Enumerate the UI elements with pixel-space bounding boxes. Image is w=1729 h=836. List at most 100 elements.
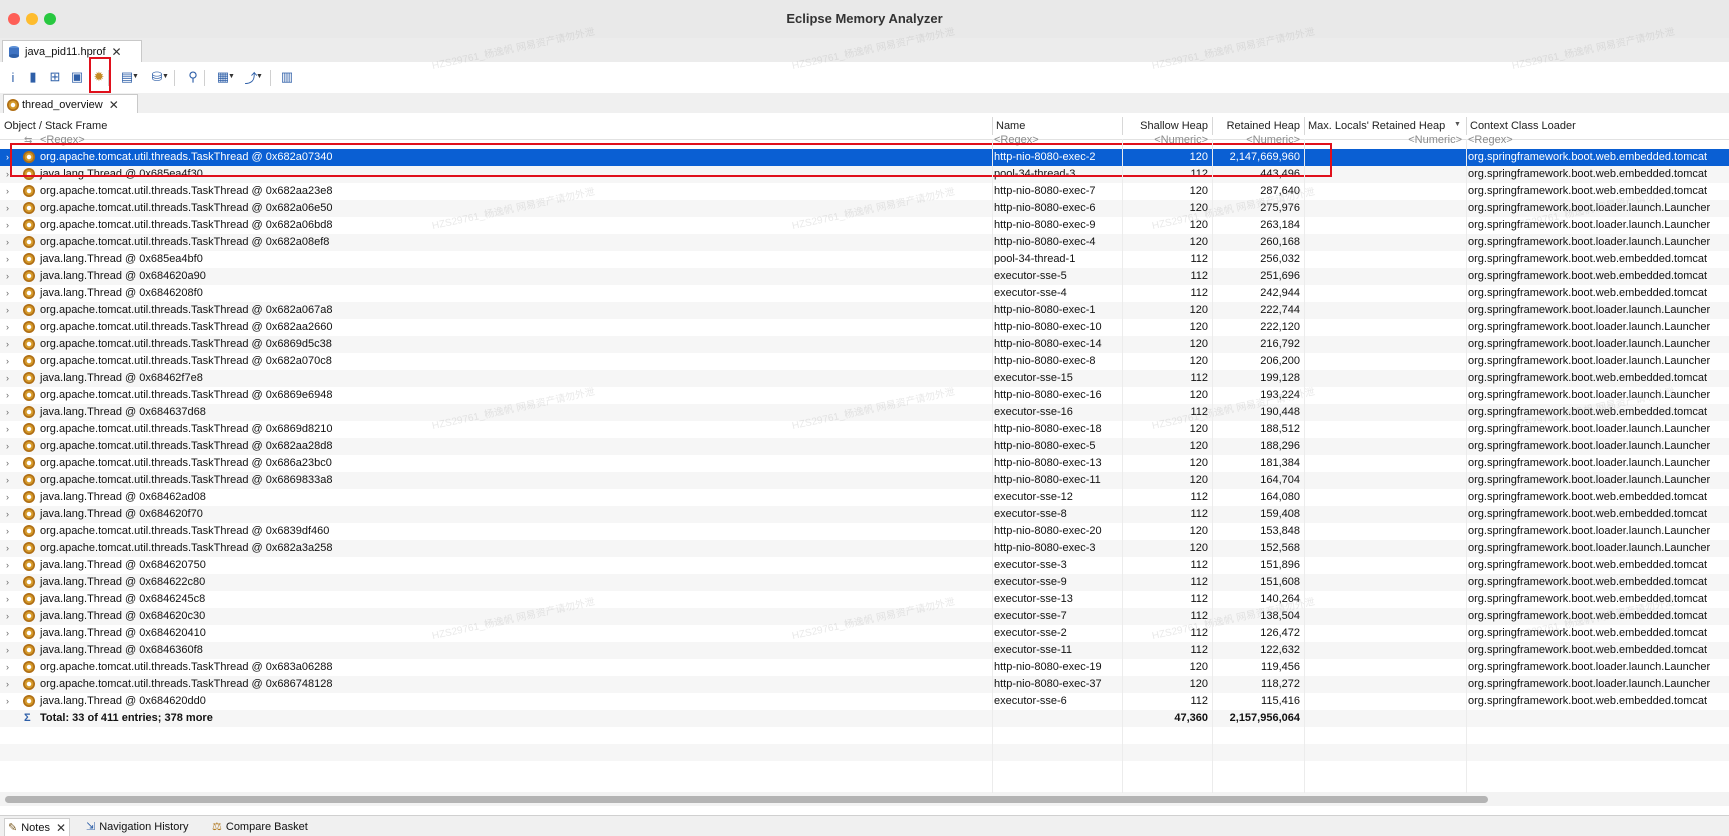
oql-icon[interactable]: ▣	[68, 68, 86, 86]
expand-chevron-icon[interactable]: ›	[6, 217, 14, 234]
expand-chevron-icon[interactable]: ›	[6, 319, 14, 336]
histogram-icon[interactable]: ▮	[24, 68, 42, 86]
horizontal-scrollbar[interactable]	[0, 792, 1729, 806]
table-row[interactable]: › org.apache.tomcat.util.threads.TaskThre…	[0, 421, 1729, 438]
heap-dump-overview-dropdown-icon[interactable]: ▼	[162, 73, 169, 80]
filter-name-input[interactable]: <Regex>	[992, 132, 1122, 149]
table-row[interactable]: › org.apache.tomcat.util.threads.TaskThre…	[0, 302, 1729, 319]
filter-max-locals-input[interactable]: <Numeric>	[1304, 132, 1466, 149]
table-row[interactable]: › org.apache.tomcat.util.threads.TaskThre…	[0, 659, 1729, 676]
filter-object-input[interactable]: <Regex>	[38, 132, 988, 149]
expand-chevron-icon[interactable]: ›	[6, 557, 14, 574]
expand-chevron-icon[interactable]: ›	[6, 608, 14, 625]
expand-chevron-icon[interactable]: ›	[6, 506, 14, 523]
cell-retained: 287,640	[1260, 185, 1300, 197]
close-result-tab-icon[interactable]: ✕	[109, 98, 119, 112]
expand-chevron-icon[interactable]: ›	[6, 353, 14, 370]
expand-chevron-icon[interactable]: ›	[6, 455, 14, 472]
table-row[interactable]: › org.apache.tomcat.util.threads.TaskThre…	[0, 353, 1729, 370]
expand-chevron-icon[interactable]: ›	[6, 268, 14, 285]
table-row[interactable]: › org.apache.tomcat.util.threads.TaskThre…	[0, 540, 1729, 557]
table-row[interactable]: › java.lang.Thread @ 0x684620f70 executor-…	[0, 506, 1729, 523]
query-browser-dropdown-icon[interactable]: ▼	[228, 73, 235, 80]
table-row[interactable]: › java.lang.Thread @ 0x684620410 executor-…	[0, 625, 1729, 642]
editor-tab-heap-dump[interactable]: java_pid11.hprof ✕	[2, 40, 142, 62]
thread-icon	[23, 474, 35, 486]
table-row[interactable]: › org.apache.tomcat.util.threads.TaskThre…	[0, 676, 1729, 693]
table-row[interactable]: › org.apache.tomcat.util.threads.TaskThre…	[0, 336, 1729, 353]
close-notes-tab-icon[interactable]: ✕	[56, 821, 66, 835]
table-row[interactable]: › org.apache.tomcat.util.threads.TaskThre…	[0, 523, 1729, 540]
filter-shallow-input[interactable]: <Numeric>	[1122, 132, 1212, 149]
table-row[interactable]: › java.lang.Thread @ 0x68462f7e8 executor-…	[0, 370, 1729, 387]
close-editor-tab-icon[interactable]: ✕	[112, 45, 122, 59]
expand-chevron-icon[interactable]: ›	[6, 234, 14, 251]
table-row[interactable]: › org.apache.tomcat.util.threads.TaskThre…	[0, 455, 1729, 472]
tab-notes[interactable]: ✎ Notes ✕	[4, 818, 71, 836]
cell-loader: org.springframework.boot.web.embedded.to…	[1468, 593, 1708, 605]
expand-chevron-icon[interactable]: ›	[6, 540, 14, 557]
search-icon[interactable]: ⚲	[184, 68, 202, 86]
expand-chevron-icon[interactable]: ›	[6, 472, 14, 489]
filter-row[interactable]: <Regex> <Regex> <Numeric> <Numeric> <Numeric…	[0, 132, 1729, 149]
expand-chevron-icon[interactable]: ›	[6, 404, 14, 421]
run-report-dropdown-icon[interactable]: ▼	[132, 73, 139, 80]
table-row[interactable]: › org.apache.tomcat.util.threads.TaskThre…	[0, 438, 1729, 455]
expand-chevron-icon[interactable]: ›	[6, 574, 14, 591]
table-row[interactable]: › java.lang.Thread @ 0x684620750 executor-…	[0, 557, 1729, 574]
expand-chevron-icon[interactable]: ›	[6, 251, 14, 268]
filter-loader-input[interactable]: <Regex>	[1466, 132, 1729, 149]
tab-compare-basket[interactable]: ⚖ Compare Basket	[212, 818, 308, 835]
filter-retained-input[interactable]: <Numeric>	[1212, 132, 1304, 149]
table-row[interactable]: › java.lang.Thread @ 0x6846245c8 executor-…	[0, 591, 1729, 608]
tab-navigation-history[interactable]: ⇲ Navigation History	[86, 818, 188, 835]
table-row[interactable]: › org.apache.tomcat.util.threads.TaskThre…	[0, 387, 1729, 404]
table-row[interactable]: › org.apache.tomcat.util.threads.TaskThre…	[0, 200, 1729, 217]
tab-thread-overview[interactable]: thread_overview ✕	[3, 94, 138, 114]
expand-chevron-icon[interactable]: ›	[6, 149, 14, 166]
table-row[interactable]: › java.lang.Thread @ 0x6846208f0 executor-…	[0, 285, 1729, 302]
expand-chevron-icon[interactable]: ›	[6, 200, 14, 217]
table-row[interactable]: › org.apache.tomcat.util.threads.TaskThre…	[0, 234, 1729, 251]
table-row[interactable]: › org.apache.tomcat.util.threads.TaskThre…	[0, 472, 1729, 489]
expand-chevron-icon[interactable]: ›	[6, 523, 14, 540]
dominator-tree-icon[interactable]: ⊞	[46, 68, 64, 86]
cell-shallow: 120	[1189, 219, 1208, 231]
table-row[interactable]: › java.lang.Thread @ 0x684622c80 executor-…	[0, 574, 1729, 591]
expand-chevron-icon[interactable]: ›	[6, 438, 14, 455]
expand-chevron-icon[interactable]: ›	[6, 693, 14, 710]
info-icon[interactable]: i	[4, 68, 22, 86]
table-row[interactable]: › java.lang.Thread @ 0x684620c30 executor-…	[0, 608, 1729, 625]
export-dropdown-icon[interactable]: ▼	[256, 73, 263, 80]
table-row[interactable]: › java.lang.Thread @ 0x684620dd0 executor-…	[0, 693, 1729, 710]
table-row[interactable]: › java.lang.Thread @ 0x685ea4f30 pool-34-t…	[0, 166, 1729, 183]
cell-shallow: 120	[1189, 423, 1208, 435]
expand-chevron-icon[interactable]: ›	[6, 387, 14, 404]
cell-object: java.lang.Thread @ 0x684637d68	[40, 406, 206, 418]
expand-chevron-icon[interactable]: ›	[6, 591, 14, 608]
table-row[interactable]: › java.lang.Thread @ 0x68462ad08 executor-…	[0, 489, 1729, 506]
table-row[interactable]: › java.lang.Thread @ 0x685ea4bf0 pool-34-t…	[0, 251, 1729, 268]
expand-chevron-icon[interactable]: ›	[6, 676, 14, 693]
expand-chevron-icon[interactable]: ›	[6, 642, 14, 659]
sort-descending-icon[interactable]: ▼	[1454, 121, 1461, 128]
table-row[interactable]: › org.apache.tomcat.util.threads.TaskThre…	[0, 217, 1729, 234]
expand-chevron-icon[interactable]: ›	[6, 166, 14, 183]
expand-chevron-icon[interactable]: ›	[6, 183, 14, 200]
expand-chevron-icon[interactable]: ›	[6, 659, 14, 676]
table-row[interactable]: › java.lang.Thread @ 0x684620a90 executor-…	[0, 268, 1729, 285]
expand-chevron-icon[interactable]: ›	[6, 489, 14, 506]
expand-chevron-icon[interactable]: ›	[6, 421, 14, 438]
scrollbar-thumb[interactable]	[5, 796, 1488, 803]
leak-suspects-icon[interactable]: ▥	[278, 68, 296, 86]
table-row[interactable]: › org.apache.tomcat.util.threads.TaskThre…	[0, 183, 1729, 200]
table-row[interactable]: › java.lang.Thread @ 0x684637d68 executor-…	[0, 404, 1729, 421]
expand-chevron-icon[interactable]: ›	[6, 370, 14, 387]
expand-chevron-icon[interactable]: ›	[6, 336, 14, 353]
table-row[interactable]: › java.lang.Thread @ 0x6846360f8 executor-…	[0, 642, 1729, 659]
expand-chevron-icon[interactable]: ›	[6, 285, 14, 302]
table-row[interactable]: › org.apache.tomcat.util.threads.TaskThre…	[0, 149, 1729, 166]
expand-chevron-icon[interactable]: ›	[6, 302, 14, 319]
table-row[interactable]: › org.apache.tomcat.util.threads.TaskThre…	[0, 319, 1729, 336]
expand-chevron-icon[interactable]: ›	[6, 625, 14, 642]
